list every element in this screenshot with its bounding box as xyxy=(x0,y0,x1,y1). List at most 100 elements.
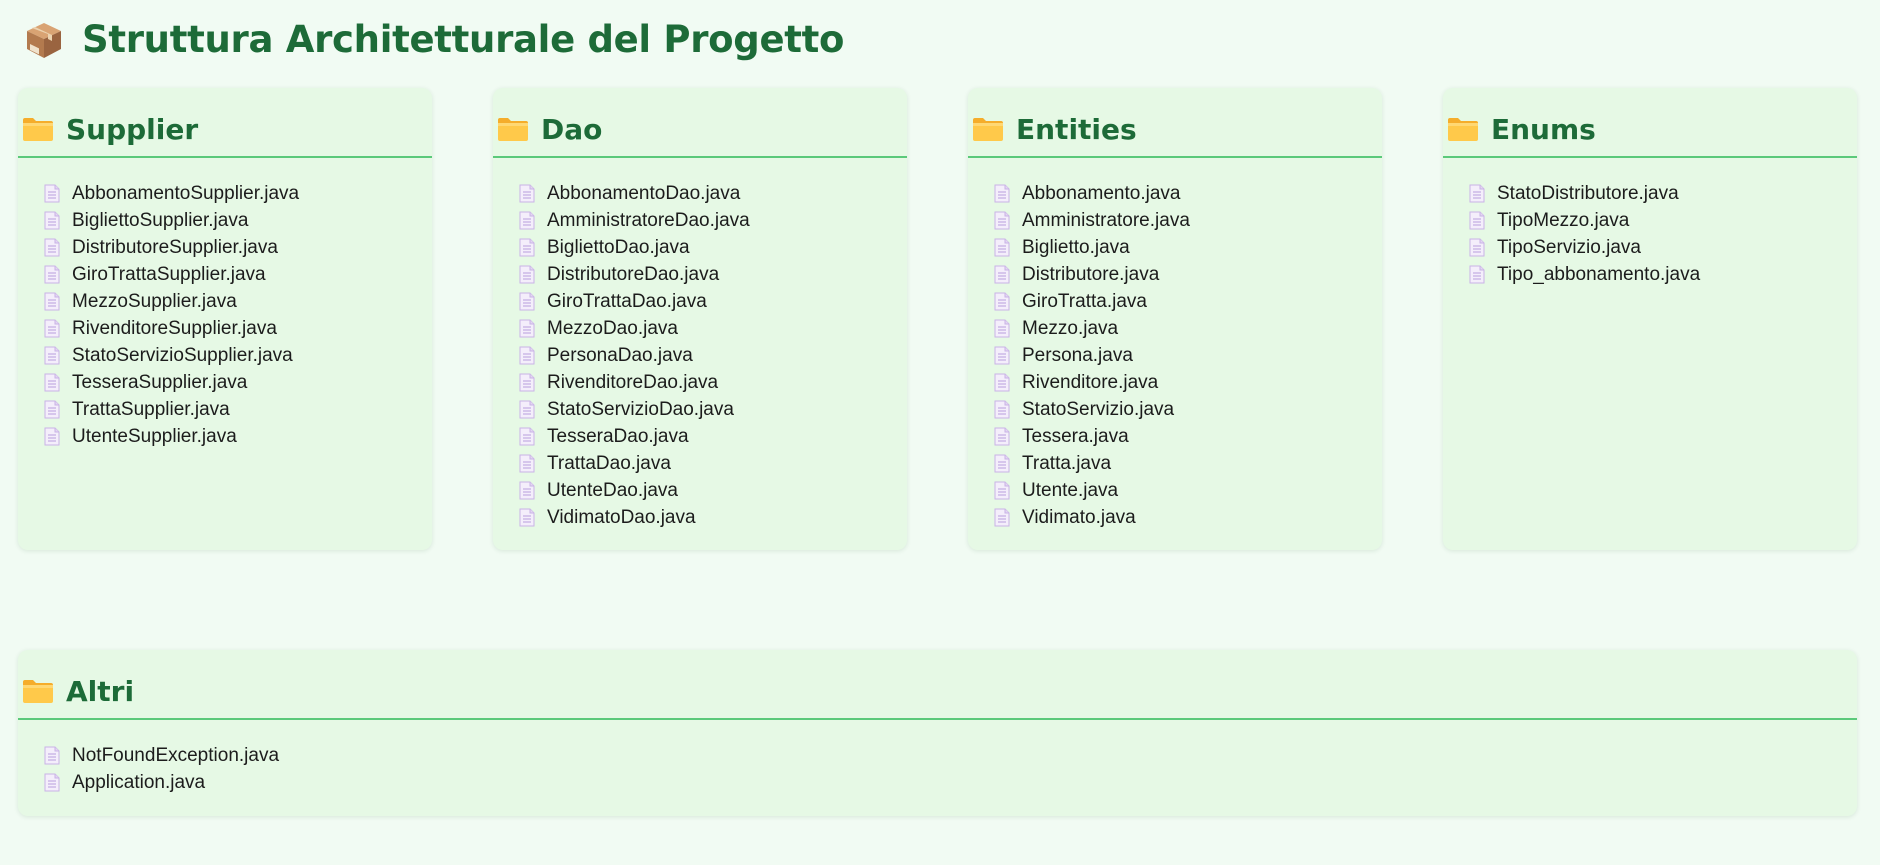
file-icon xyxy=(519,400,535,419)
file-icon xyxy=(994,427,1010,446)
file-name: DistributoreSupplier.java xyxy=(72,236,278,258)
file-item: DistributoreSupplier.java xyxy=(44,234,432,261)
folder-header: Altri xyxy=(18,650,1857,720)
file-name: MezzoSupplier.java xyxy=(72,290,237,312)
file-icon xyxy=(44,211,60,230)
file-item: StatoServizio.java xyxy=(994,396,1382,423)
page: Struttura Architetturale del Progetto Su… xyxy=(0,0,1880,865)
file-item: GiroTrattaDao.java xyxy=(519,288,907,315)
page-header: Struttura Architetturale del Progetto xyxy=(24,18,844,61)
file-name: RivenditoreDao.java xyxy=(547,371,719,393)
file-icon xyxy=(44,373,60,392)
file-name: RivenditoreSupplier.java xyxy=(72,317,277,339)
file-icon xyxy=(519,427,535,446)
file-icon xyxy=(994,238,1010,257)
file-name: Application.java xyxy=(72,771,206,793)
file-name: UtenteDao.java xyxy=(547,479,678,501)
file-item: BigliettoDao.java xyxy=(519,234,907,261)
file-name: Tipo_abbonamento.java xyxy=(1497,263,1701,285)
folder-title: Supplier xyxy=(66,112,199,146)
file-item: Amministratore.java xyxy=(994,207,1382,234)
file-name: StatoServizioSupplier.java xyxy=(72,344,293,366)
file-icon xyxy=(994,319,1010,338)
file-list: AbbonamentoSupplier.java BigliettoSupplie… xyxy=(18,158,432,450)
file-name: BigliettoDao.java xyxy=(547,236,690,258)
file-icon xyxy=(1469,184,1485,203)
file-name: NotFoundException.java xyxy=(72,744,280,766)
file-name: AmministratoreDao.java xyxy=(547,209,750,231)
file-item: AbbonamentoDao.java xyxy=(519,180,907,207)
folder-header: Dao xyxy=(493,88,907,158)
file-name: StatoServizio.java xyxy=(1022,398,1175,420)
folder-title: Enums xyxy=(1491,112,1596,146)
folder-title: Altri xyxy=(66,674,135,708)
folder-card-supplier: Supplier AbbonamentoSupplier.java Bigliett… xyxy=(18,88,432,550)
file-icon xyxy=(44,238,60,257)
file-item: StatoDistributore.java xyxy=(1469,180,1857,207)
file-icon xyxy=(519,238,535,257)
file-name: BigliettoSupplier.java xyxy=(72,209,249,231)
file-item: Abbonamento.java xyxy=(994,180,1382,207)
package-icon xyxy=(27,22,61,58)
folder-card-altri: Altri NotFoundException.java Application.j… xyxy=(18,650,1857,816)
file-icon xyxy=(994,454,1010,473)
file-item: Mezzo.java xyxy=(994,315,1382,342)
file-name: TrattaDao.java xyxy=(547,452,671,474)
file-item: TipoServizio.java xyxy=(1469,234,1857,261)
file-item: RivenditoreSupplier.java xyxy=(44,315,432,342)
file-icon xyxy=(994,373,1010,392)
file-name: DistributoreDao.java xyxy=(547,263,720,285)
folder-header: Enums xyxy=(1443,88,1857,158)
file-icon xyxy=(44,746,60,765)
file-name: Utente.java xyxy=(1022,479,1119,501)
file-icon xyxy=(994,265,1010,284)
file-list: StatoDistributore.java TipoMezzo.java Tipo… xyxy=(1443,158,1857,288)
file-item: Distributore.java xyxy=(994,261,1382,288)
file-item: MezzoSupplier.java xyxy=(44,288,432,315)
page-title: Struttura Architetturale del Progetto xyxy=(82,18,845,61)
file-name: GiroTratta.java xyxy=(1022,290,1147,312)
file-icon xyxy=(519,373,535,392)
file-item: Biglietto.java xyxy=(994,234,1382,261)
file-icon xyxy=(519,184,535,203)
file-item: MezzoDao.java xyxy=(519,315,907,342)
file-name: MezzoDao.java xyxy=(547,317,678,339)
folder-icon xyxy=(498,118,528,141)
folder-icon xyxy=(1448,118,1478,141)
file-icon xyxy=(44,773,60,792)
file-item: DistributoreDao.java xyxy=(519,261,907,288)
file-item: TrattaDao.java xyxy=(519,450,907,477)
file-item: TesseraSupplier.java xyxy=(44,369,432,396)
file-list: Abbonamento.java Amministratore.java Bigli… xyxy=(968,158,1382,531)
file-item: StatoServizioDao.java xyxy=(519,396,907,423)
file-item: Vidimato.java xyxy=(994,504,1382,531)
file-item: AbbonamentoSupplier.java xyxy=(44,180,432,207)
file-icon xyxy=(994,184,1010,203)
file-icon xyxy=(519,481,535,500)
file-name: TrattaSupplier.java xyxy=(72,398,230,420)
folder-card-dao: Dao AbbonamentoDao.java AmministratoreDao.… xyxy=(493,88,907,550)
file-name: TipoMezzo.java xyxy=(1497,209,1630,231)
file-item: TrattaSupplier.java xyxy=(44,396,432,423)
file-name: Tratta.java xyxy=(1022,452,1112,474)
file-item: VidimatoDao.java xyxy=(519,504,907,531)
file-icon xyxy=(519,319,535,338)
file-icon xyxy=(519,211,535,230)
file-item: StatoServizioSupplier.java xyxy=(44,342,432,369)
file-list: NotFoundException.java Application.java xyxy=(18,720,1857,796)
file-icon xyxy=(994,346,1010,365)
file-icon xyxy=(519,292,535,311)
folder-title: Entities xyxy=(1016,112,1137,146)
file-item: TesseraDao.java xyxy=(519,423,907,450)
file-name: Distributore.java xyxy=(1022,263,1160,285)
file-item: TipoMezzo.java xyxy=(1469,207,1857,234)
file-name: AbbonamentoSupplier.java xyxy=(72,182,300,204)
file-item: Tipo_abbonamento.java xyxy=(1469,261,1857,288)
file-icon xyxy=(44,184,60,203)
file-item: UtenteDao.java xyxy=(519,477,907,504)
file-list: AbbonamentoDao.java AmministratoreDao.jav… xyxy=(493,158,907,531)
file-icon xyxy=(44,346,60,365)
folder-icon xyxy=(23,118,53,141)
file-item: Rivenditore.java xyxy=(994,369,1382,396)
file-icon xyxy=(519,454,535,473)
